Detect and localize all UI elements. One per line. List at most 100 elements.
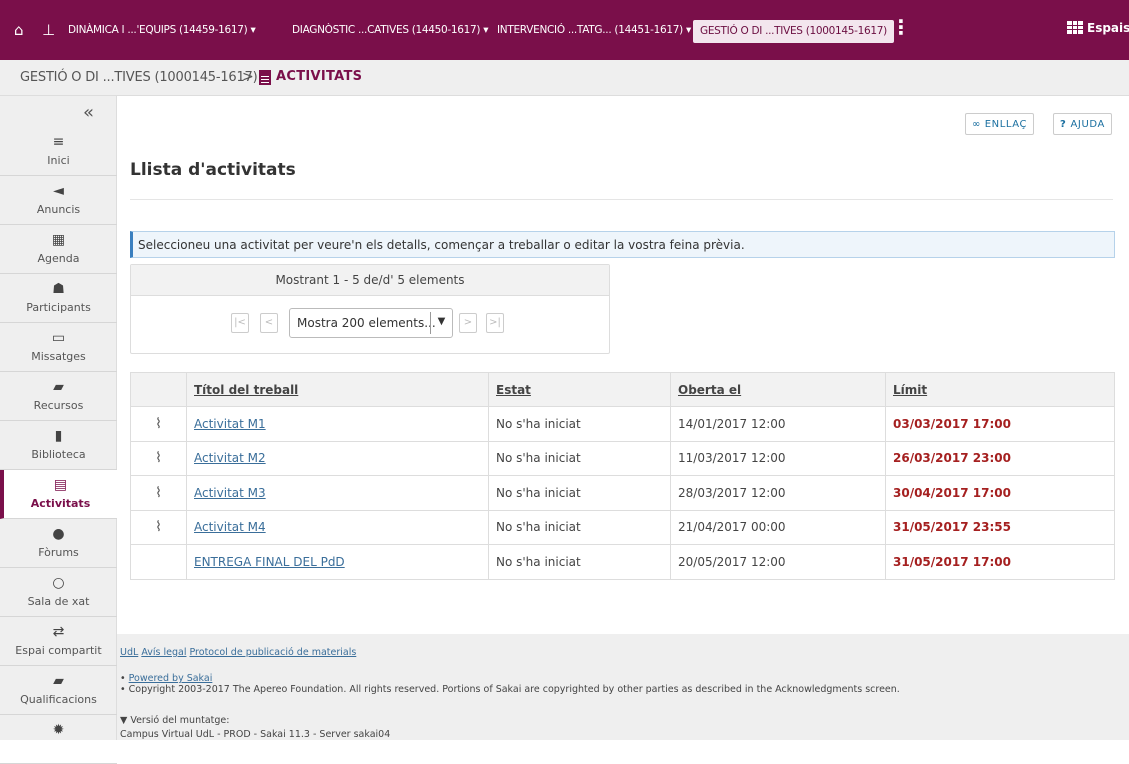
footer-link-avis-legal[interactable]: Avís legal — [141, 647, 186, 658]
sitemap-icon[interactable]: ⊥ — [42, 22, 55, 38]
col-title-header[interactable]: Títol del treball — [186, 372, 489, 407]
table-row: ⌇ Activitat M4 No s'ha iniciat 21/04/201… — [130, 509, 1115, 545]
document-icon — [259, 70, 271, 85]
collapse-sidebar-icon[interactable]: « — [83, 102, 94, 123]
footer: UdL Avís legal Protocol de publicació de… — [117, 634, 1129, 740]
status-cell: No s'ha iniciat — [488, 544, 671, 580]
sidebar-item-inici[interactable]: ≡ Inici — [0, 127, 117, 176]
due-date-cell: 03/03/2017 17:00 — [885, 406, 1115, 442]
open-date-cell: 28/03/2017 12:00 — [670, 475, 886, 511]
first-page-button[interactable]: |< — [231, 313, 249, 333]
due-date-cell: 26/03/2017 23:00 — [885, 440, 1115, 476]
version-toggle[interactable]: ▼ Versió del muntatge: — [120, 715, 229, 726]
help-button[interactable]: ? AJUDA — [1053, 113, 1112, 135]
site-tab-diagnostic[interactable]: DIAGNÒSTIC ...CATIVES (14450-1617) ▾ — [292, 23, 489, 37]
col-status-header[interactable]: Estat — [488, 372, 671, 407]
footer-links: UdL Avís legal Protocol de publicació de… — [120, 647, 356, 658]
breadcrumb: GESTIÓ O DI ...TIVES (1000145-1617) > AC… — [0, 60, 1129, 96]
table-row: ⌇ Activitat M1 No s'ha iniciat 14/01/201… — [130, 406, 1115, 442]
bullhorn-icon: ◄ — [53, 183, 64, 199]
file-text-icon: ▤ — [53, 477, 68, 493]
sidebar-item-agenda[interactable]: ▦ Agenda — [0, 225, 117, 274]
tool-sidebar: « ≡ Inici ◄ Anuncis ▦ Agenda ☗ Participa… — [0, 96, 117, 764]
paperclip-icon: ⌇ — [130, 440, 187, 476]
prev-page-button[interactable]: < — [260, 313, 278, 333]
status-cell: No s'ha iniciat — [488, 509, 671, 545]
link-icon: ∞ — [972, 119, 985, 130]
more-sites-icon[interactable]: ⋮ — [891, 17, 911, 37]
activity-link[interactable]: ENTREGA FINAL DEL PdD — [194, 555, 345, 569]
grid-icon — [1067, 21, 1083, 34]
exchange-icon: ⇄ — [52, 624, 65, 640]
col-attachment-header — [130, 372, 187, 407]
activity-link[interactable]: Activitat M3 — [194, 486, 266, 500]
info-message: Seleccioneu una activitat per veure'n el… — [130, 231, 1115, 258]
status-cell: No s'ha iniciat — [488, 406, 671, 442]
inbox-icon: ▭ — [51, 330, 66, 346]
sidebar-item-forums[interactable]: ● Fòrums — [0, 519, 117, 568]
site-tab-dinamica[interactable]: DINÀMICA I ...'EQUIPS (14459-1617) ▾ — [68, 23, 256, 37]
next-page-button[interactable]: > — [459, 313, 477, 333]
chat-icon: ○ — [52, 575, 65, 591]
breadcrumb-site[interactable]: GESTIÓ O DI ...TIVES (1000145-1617) — [20, 70, 258, 85]
chevron-down-icon: ▾ — [250, 24, 256, 36]
col-due-header[interactable]: Límit — [885, 372, 1115, 407]
open-date-cell: 14/01/2017 12:00 — [670, 406, 886, 442]
due-date-cell: 31/05/2017 17:00 — [885, 544, 1115, 580]
table-row: ENTREGA FINAL DEL PdD No s'ha iniciat 20… — [130, 544, 1115, 580]
footer-link-protocol[interactable]: Protocol de publicació de materials — [190, 647, 357, 658]
sidebar-item-activitats[interactable]: ▤ Activitats — [0, 470, 117, 519]
paperclip-icon: ⌇ — [130, 509, 187, 545]
table-row: ⌇ Activitat M2 No s'ha iniciat 11/03/201… — [130, 440, 1115, 476]
sidebar-item-sala-de-xat[interactable]: ○ Sala de xat — [0, 568, 117, 617]
page-size-select[interactable]: Mostra 200 elements... ▼ — [289, 308, 453, 338]
users-icon: ☗ — [52, 281, 65, 297]
col-open-header[interactable]: Oberta el — [670, 372, 886, 407]
status-cell: No s'ha iniciat — [488, 440, 671, 476]
last-page-button[interactable]: >| — [486, 313, 504, 333]
chevron-down-icon: ▾ — [483, 24, 489, 36]
open-date-cell: 11/03/2017 12:00 — [670, 440, 886, 476]
link-button[interactable]: ∞ ENLLAÇ — [965, 113, 1035, 135]
bookmark-icon: ▮ — [54, 428, 63, 444]
sidebar-item-recursos[interactable]: ▰ Recursos — [0, 372, 117, 421]
activities-table: Títol del treball Estat Oberta el Límit … — [130, 372, 1115, 580]
activity-link[interactable]: Activitat M4 — [194, 520, 266, 534]
home-icon[interactable]: ⌂ — [14, 22, 24, 38]
open-date-cell: 21/04/2017 00:00 — [670, 509, 886, 545]
site-tab-current[interactable]: GESTIÓ O DI ...TIVES (1000145-1617) — [693, 20, 894, 43]
pager: Mostrant 1 - 5 de/d' 5 elements |< < Mos… — [130, 264, 610, 354]
chevron-down-icon: ▾ — [685, 24, 691, 36]
gear-icon: ✹ — [52, 722, 65, 738]
sidebar-item-qualificacions[interactable]: ▰ Qualificacions — [0, 666, 117, 715]
comments-icon: ● — [52, 526, 65, 542]
sidebar-item-espai-compartit[interactable]: ⇄ Espai compartit — [0, 617, 117, 666]
attachment-cell-empty — [130, 544, 187, 580]
caret-down-icon: ▼ — [430, 312, 452, 334]
footer-link-udl[interactable]: UdL — [120, 647, 138, 658]
sidebar-item-anuncis[interactable]: ◄ Anuncis — [0, 176, 117, 225]
list-icon: ≡ — [52, 134, 65, 150]
due-date-cell: 31/05/2017 23:55 — [885, 509, 1115, 545]
activity-link[interactable]: Activitat M2 — [194, 451, 266, 465]
version-value: Campus Virtual UdL - PROD - Sakai 11.3 -… — [120, 729, 391, 740]
top-bar: ⌂ ⊥ DINÀMICA I ...'EQUIPS (14459-1617) ▾… — [0, 0, 1129, 60]
breadcrumb-separator: > — [242, 69, 254, 85]
sidebar-item-participants[interactable]: ☗ Participants — [0, 274, 117, 323]
table-row: ⌇ Activitat M3 No s'ha iniciat 28/03/201… — [130, 475, 1115, 511]
footer-list: Powered by Sakai Copyright 2003-2017 The… — [120, 673, 900, 695]
folder-icon: ▰ — [53, 379, 64, 395]
paperclip-icon: ⌇ — [130, 406, 187, 442]
paperclip-icon: ⌇ — [130, 475, 187, 511]
pager-summary: Mostrant 1 - 5 de/d' 5 elements — [131, 265, 609, 296]
status-cell: No s'ha iniciat — [488, 475, 671, 511]
espais-button[interactable]: Espais — [1067, 21, 1129, 35]
page-title: Llista d'activitats — [130, 160, 296, 180]
sidebar-item-missatges[interactable]: ▭ Missatges — [0, 323, 117, 372]
due-date-cell: 30/04/2017 17:00 — [885, 475, 1115, 511]
activity-link[interactable]: Activitat M1 — [194, 417, 266, 431]
main-content: ∞ ENLLAÇ ? AJUDA Llista d'activitats Sel… — [117, 96, 1129, 634]
breadcrumb-tool: ACTIVITATS — [276, 69, 363, 84]
site-tab-intervencio[interactable]: INTERVENCIÓ ...TATG... (14451-1617) ▾ — [497, 23, 691, 37]
sidebar-item-biblioteca[interactable]: ▮ Biblioteca — [0, 421, 117, 470]
